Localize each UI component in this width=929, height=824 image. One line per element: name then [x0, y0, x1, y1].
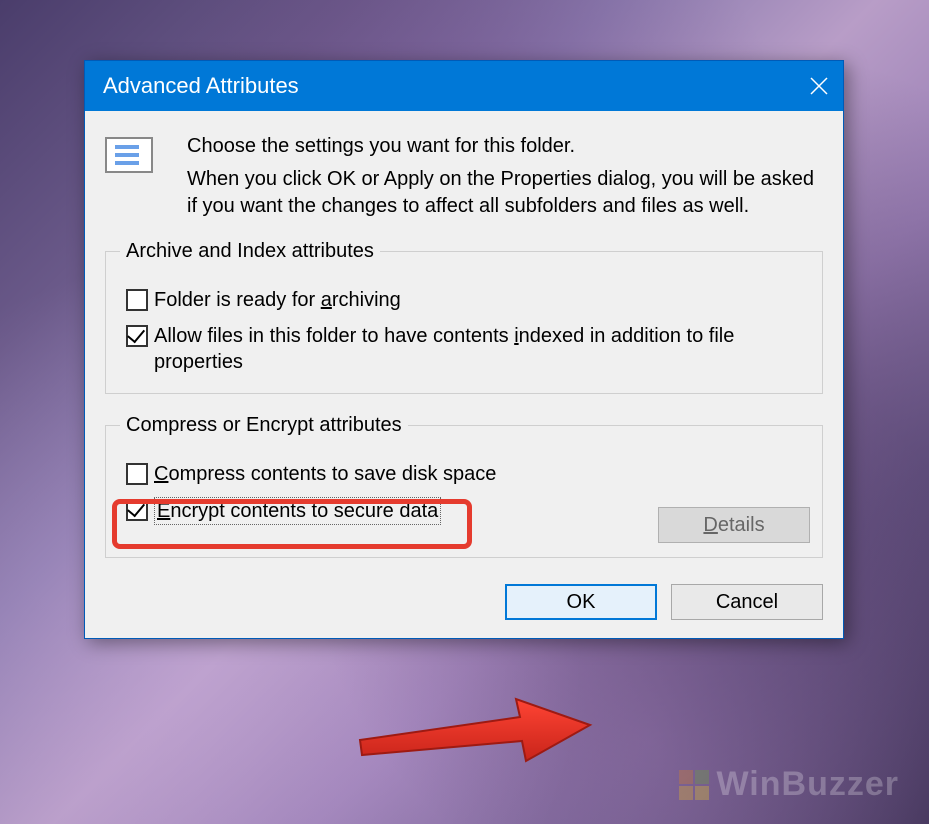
archive-index-legend: Archive and Index attributes — [120, 240, 380, 263]
details-button[interactable]: Details — [658, 507, 810, 543]
watermark: WinBuzzer — [679, 765, 899, 804]
cancel-button[interactable]: Cancel — [671, 584, 823, 620]
archive-checkbox-row[interactable]: Folder is ready for archiving — [126, 287, 808, 313]
archive-checkbox[interactable] — [126, 289, 148, 311]
watermark-text: WinBuzzer — [717, 765, 899, 804]
close-icon — [810, 77, 828, 95]
ok-button[interactable]: OK — [505, 584, 657, 620]
compress-checkbox[interactable] — [126, 463, 148, 485]
compress-encrypt-group: Compress or Encrypt attributes Compress … — [105, 414, 823, 558]
archive-index-group: Archive and Index attributes Folder is r… — [105, 240, 823, 394]
intro-text: Choose the settings you want for this fo… — [187, 133, 823, 220]
properties-icon — [105, 133, 161, 220]
intro-line1: Choose the settings you want for this fo… — [187, 133, 823, 160]
archive-label: Folder is ready for archiving — [154, 287, 401, 313]
annotation-arrow — [350, 695, 600, 775]
encrypt-checkbox[interactable] — [126, 499, 148, 521]
index-checkbox[interactable] — [126, 325, 148, 347]
intro-section: Choose the settings you want for this fo… — [105, 133, 823, 220]
button-row: OK Cancel — [105, 578, 823, 620]
intro-line2: When you click OK or Apply on the Proper… — [187, 166, 823, 220]
titlebar[interactable]: Advanced Attributes — [85, 61, 843, 111]
close-button[interactable] — [795, 61, 843, 111]
advanced-attributes-dialog: Advanced Attributes Choose the settings … — [84, 60, 844, 639]
watermark-logo-icon — [679, 770, 709, 800]
index-label: Allow files in this folder to have conte… — [154, 323, 808, 375]
dialog-title: Advanced Attributes — [103, 73, 795, 99]
dialog-content: Choose the settings you want for this fo… — [85, 111, 843, 638]
index-checkbox-row[interactable]: Allow files in this folder to have conte… — [126, 323, 808, 375]
encrypt-label: Encrypt contents to secure data — [154, 497, 441, 525]
compress-checkbox-row[interactable]: Compress contents to save disk space — [126, 461, 808, 487]
compress-encrypt-legend: Compress or Encrypt attributes — [120, 414, 408, 437]
compress-label: Compress contents to save disk space — [154, 461, 496, 487]
